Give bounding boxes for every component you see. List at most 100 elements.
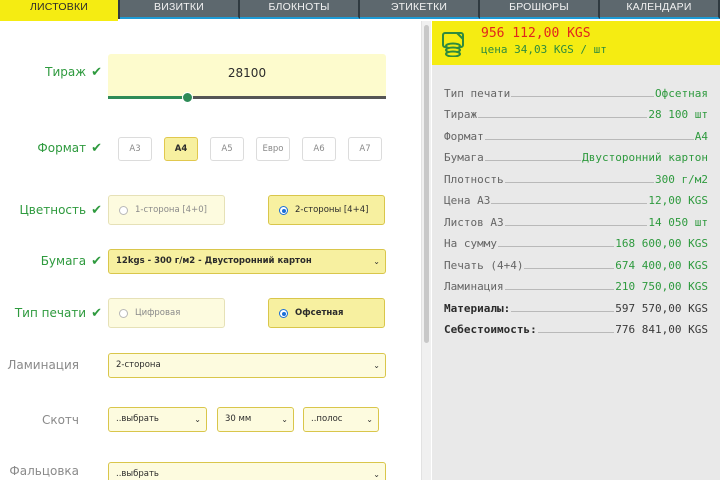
leader-dots <box>504 289 615 290</box>
summary-row-cost: Себестоимость: 776 841,00 KGS <box>444 322 708 336</box>
summary-row: Ламинация 210 750,00 KGS <box>444 279 708 293</box>
color-option-one-side[interactable]: 1-сторона [4+0] <box>108 195 225 225</box>
chevron-down-icon: ⌄ <box>281 415 288 424</box>
tirazh-slider-handle[interactable] <box>182 92 193 103</box>
tirazh-input[interactable]: 28100 <box>108 54 386 98</box>
color-label-text: Цветность <box>19 203 87 217</box>
tape-type-select-value: ..выбрать <box>116 414 159 424</box>
chevron-down-icon: ⌄ <box>194 415 201 424</box>
summary-panel: 956 112,00 KGS цена 34,03 KGS / шт Тип п… <box>432 21 720 480</box>
summary-key: Бумага <box>444 151 484 164</box>
summary-value: 300 г/м2 <box>655 173 708 186</box>
summary-key: Плотность <box>444 173 504 186</box>
summary-row: На сумму 168 600,00 KGS <box>444 236 708 250</box>
print-option-digital[interactable]: Цифровая <box>108 298 225 328</box>
leader-dots <box>504 225 648 226</box>
summary-row: Плотность 300 г/м2 <box>444 172 708 186</box>
color-option-two-sides-label: 2-стороны [4+4] <box>295 205 369 215</box>
format-option-a5[interactable]: А5 <box>210 137 244 161</box>
tape-type-select[interactable]: ..выбрать ⌄ <box>108 407 207 432</box>
leader-dots <box>484 160 582 161</box>
tab-calendars[interactable]: КАЛЕНДАРИ <box>600 0 720 19</box>
summary-value: 12,00 KGS <box>648 194 708 207</box>
scrollbar-thumb[interactable] <box>424 25 429 343</box>
tape-strips-select[interactable]: ..полос ⌄ <box>303 407 379 432</box>
tirazh-label-text: Тираж <box>45 65 87 79</box>
leader-dots <box>524 268 615 269</box>
color-option-one-side-label: 1-сторона [4+0] <box>135 205 207 215</box>
tape-strips-select-value: ..полос <box>311 414 343 424</box>
tirazh-value: 28100 <box>227 66 267 80</box>
paper-select-value: 12kgs - 300 г/м2 - Двусторонний картон <box>116 256 312 266</box>
summary-row: Формат А4 <box>444 129 708 143</box>
leader-dots <box>491 203 648 204</box>
summary-value: 210 750,00 KGS <box>615 280 708 293</box>
radio-button[interactable] <box>279 309 288 318</box>
tape-width-select[interactable]: 30 мм ⌄ <box>217 407 294 432</box>
summary-key: На сумму <box>444 237 497 250</box>
summary-key: Цена А3 <box>444 194 491 207</box>
chevron-down-icon: ⌄ <box>373 470 380 479</box>
check-icon: ✔ <box>91 141 102 156</box>
summary-value: Офсетная <box>655 87 708 100</box>
print-type-label-text: Тип печати <box>14 306 87 320</box>
form-scrollbar[interactable] <box>421 21 431 480</box>
tirazh-label: Тираж ✔ <box>0 65 102 80</box>
chevron-down-icon: ⌄ <box>366 415 373 424</box>
format-label-text: Формат <box>37 141 87 155</box>
folding-label: Фальцовка <box>9 464 79 478</box>
radio-button[interactable] <box>119 206 128 215</box>
print-option-offset[interactable]: Офсетная <box>268 298 385 328</box>
check-icon: ✔ <box>91 254 102 269</box>
total-bar: 956 112,00 KGS цена 34,03 KGS / шт <box>432 21 720 65</box>
chevron-down-icon: ⌄ <box>373 361 380 370</box>
lamination-select[interactable]: 2-сторона ⌄ <box>108 353 386 378</box>
color-label: Цветность ✔ <box>0 203 102 218</box>
summary-value: 28 100 шт <box>648 108 708 121</box>
summary-value: А4 <box>694 130 708 143</box>
summary-row: Цена А3 12,00 KGS <box>444 193 708 207</box>
chevron-down-icon: ⌄ <box>373 257 380 266</box>
folding-select[interactable]: ..выбрать ⌄ <box>108 462 386 480</box>
format-option-a3[interactable]: А3 <box>118 137 152 161</box>
lamination-label: Ламинация <box>7 358 79 372</box>
summary-key: Листов А3 <box>444 216 504 229</box>
format-option-a4[interactable]: А4 <box>164 137 198 161</box>
leader-dots <box>537 332 615 333</box>
summary-value: 776 841,00 KGS <box>615 323 708 336</box>
tab-leaflets[interactable]: ЛИСТОВКИ <box>0 0 120 22</box>
tab-notepads[interactable]: БЛОКНОТЫ <box>240 0 360 19</box>
format-option-a7[interactable]: А7 <box>348 137 382 161</box>
tab-business-cards[interactable]: ВИЗИТКИ <box>120 0 240 19</box>
summary-key: Печать (4+4) <box>444 259 524 272</box>
summary-row: Листов А3 14 050 шт <box>444 215 708 229</box>
format-label: Формат ✔ <box>0 141 102 156</box>
order-form: Тираж ✔ 28100 Формат ✔ А3 А4 А5 Евро А6 А7… <box>0 21 420 480</box>
paper-select[interactable]: 12kgs - 300 г/м2 - Двусторонний картон ⌄ <box>108 249 386 274</box>
total-price: 956 112,00 KGS <box>481 26 591 41</box>
radio-button[interactable] <box>119 309 128 318</box>
summary-key: Тираж <box>444 108 478 121</box>
leader-dots <box>504 182 655 183</box>
tirazh-slider-track[interactable] <box>188 96 386 99</box>
radio-button[interactable] <box>279 206 288 215</box>
check-icon: ✔ <box>91 306 102 321</box>
folding-select-value: ..выбрать <box>116 469 159 479</box>
check-icon: ✔ <box>91 65 102 80</box>
unit-price: цена 34,03 KGS / шт <box>481 43 607 56</box>
summary-row-materials: Материалы: 597 570,00 KGS <box>444 301 708 315</box>
summary-row: Тип печати Офсетная <box>444 86 708 100</box>
paper-label: Бумага ✔ <box>0 254 102 269</box>
tape-label: Скотч <box>41 413 79 427</box>
color-option-two-sides[interactable]: 2-стороны [4+4] <box>268 195 385 225</box>
tab-brochures[interactable]: БРОШЮРЫ <box>480 0 600 19</box>
leader-dots <box>478 117 648 118</box>
tape-width-select-value: 30 мм <box>225 414 252 424</box>
tab-labels[interactable]: ЭТИКЕТКИ <box>360 0 480 19</box>
summary-row: Печать (4+4) 674 400,00 KGS <box>444 258 708 272</box>
summary-key: Тип печати <box>444 87 511 100</box>
format-option-a6[interactable]: А6 <box>302 137 336 161</box>
tirazh-slider-fill <box>108 96 188 99</box>
format-option-euro[interactable]: Евро <box>256 137 290 161</box>
leader-dots <box>484 139 694 140</box>
